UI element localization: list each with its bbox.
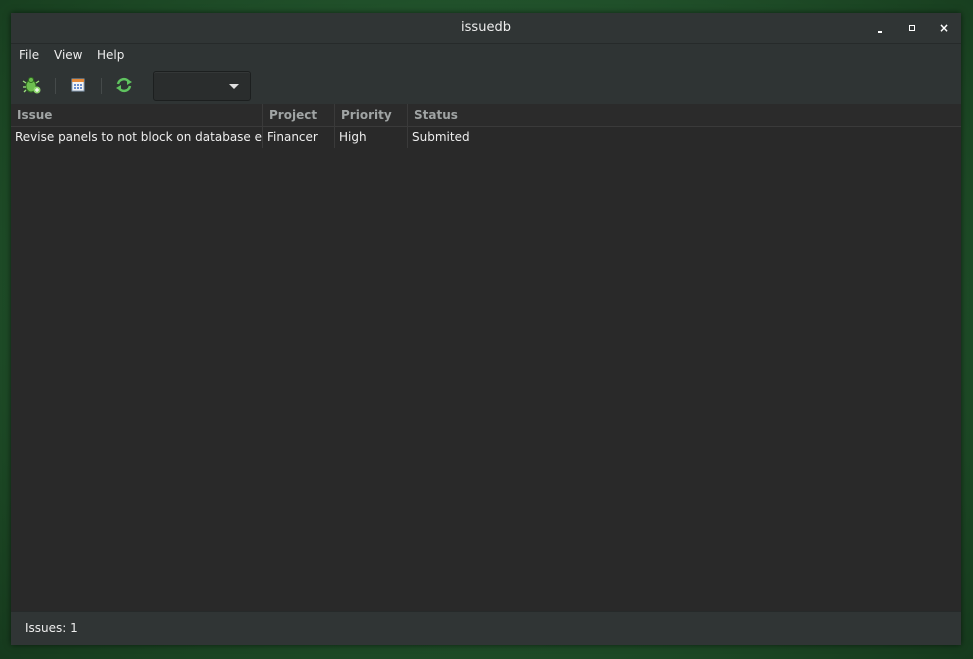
- menubar: File View Help: [11, 44, 961, 66]
- close-icon: ×: [938, 21, 950, 35]
- calendar-button[interactable]: [67, 74, 89, 96]
- new-issue-icon: [22, 77, 41, 94]
- cell-project: Financer: [263, 127, 335, 148]
- close-button[interactable]: ×: [937, 21, 951, 35]
- cell-issue: Revise panels to not block on database e…: [11, 127, 263, 148]
- toolbar: [11, 66, 961, 104]
- cell-status: Submited: [412, 130, 470, 144]
- menu-view[interactable]: View: [54, 44, 82, 66]
- minimize-icon: [878, 31, 882, 33]
- cell-priority: High: [335, 127, 408, 148]
- table-header: Issue Project Priority Status: [11, 104, 961, 127]
- menu-help[interactable]: Help: [97, 44, 124, 66]
- statusbar: Issues: 1: [11, 611, 961, 645]
- refresh-button[interactable]: [113, 74, 135, 96]
- app-window: issuedb × File View Help Issue Project P…: [11, 13, 961, 645]
- filter-dropdown[interactable]: [153, 71, 251, 101]
- issue-count-label: Issues: 1: [25, 621, 78, 635]
- chevron-down-icon: [229, 84, 239, 89]
- column-header-status[interactable]: Status: [408, 104, 961, 126]
- column-header-project[interactable]: Project: [263, 104, 335, 126]
- column-header-issue[interactable]: Issue: [11, 104, 263, 126]
- toolbar-separator: [55, 78, 56, 94]
- titlebar[interactable]: issuedb ×: [11, 13, 961, 44]
- column-header-priority[interactable]: Priority: [335, 104, 408, 126]
- issues-table: Issue Project Priority Status Revise pan…: [11, 104, 961, 611]
- maximize-icon: [909, 25, 915, 31]
- calendar-icon: [71, 78, 85, 92]
- minimize-button[interactable]: [873, 21, 887, 35]
- toolbar-separator: [101, 78, 102, 94]
- window-title: issuedb: [461, 20, 511, 35]
- new-issue-button[interactable]: [21, 74, 43, 96]
- menu-file[interactable]: File: [19, 44, 39, 66]
- refresh-icon: [116, 77, 132, 93]
- maximize-button[interactable]: [905, 21, 919, 35]
- table-row[interactable]: Revise panels to not block on database e…: [11, 127, 961, 148]
